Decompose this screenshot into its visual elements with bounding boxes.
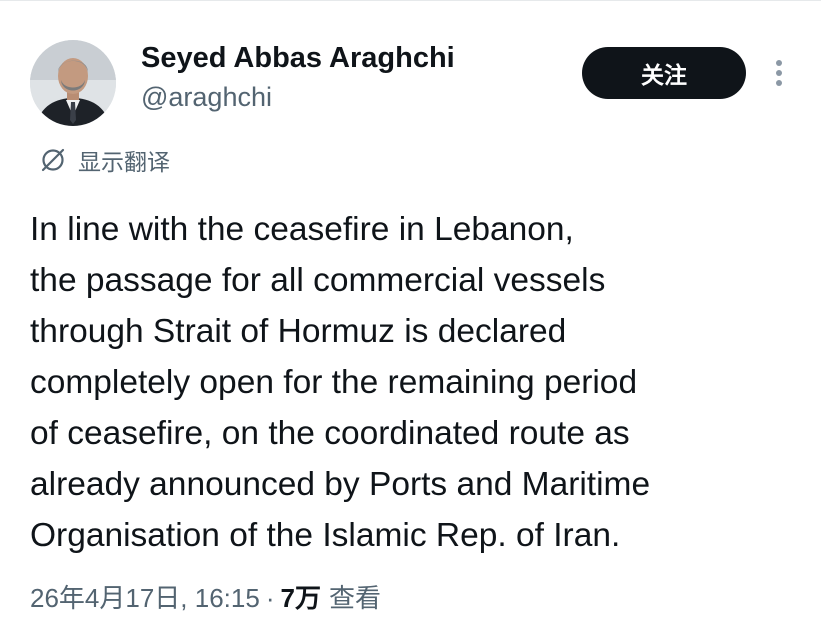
tweet-line: Organisation of the Islamic Rep. of Iran…: [30, 517, 621, 554]
tweet-meta: 26年4月17日, 16:15 · 7万 查看: [30, 578, 381, 615]
views-count: 7万: [280, 583, 321, 613]
views-label[interactable]: 查看: [329, 578, 381, 615]
user-handle[interactable]: @araghchi: [141, 82, 272, 113]
profile-photo-icon: [30, 40, 116, 126]
top-divider: [0, 0, 821, 1]
avatar[interactable]: [30, 40, 116, 126]
follow-button[interactable]: 关注: [582, 47, 746, 99]
timestamp[interactable]: 26年4月17日, 16:15: [30, 578, 260, 615]
tweet-line: the passage for all commercial vessels: [30, 262, 606, 299]
globe-icon: [41, 148, 65, 172]
more-vertical-icon[interactable]: [769, 58, 789, 88]
meta-separator: ·: [265, 583, 275, 613]
show-translation-label: 显示翻译: [78, 149, 170, 175]
tweet-line: of ceasefire, on the coordinated route a…: [30, 415, 630, 452]
show-translation-link[interactable]: 显示翻译: [40, 144, 170, 176]
tweet-line: In line with the ceasefire in Lebanon,: [30, 211, 574, 248]
tweet-line: through Strait of Hormuz is declared: [30, 313, 567, 350]
tweet-line: already announced by Ports and Maritime: [30, 466, 651, 503]
display-name[interactable]: Seyed Abbas Araghchi: [141, 42, 455, 75]
tweet-line: completely open for the remaining period: [30, 364, 638, 401]
tweet-body: In line with the ceasefire in Lebanon, t…: [30, 204, 800, 561]
